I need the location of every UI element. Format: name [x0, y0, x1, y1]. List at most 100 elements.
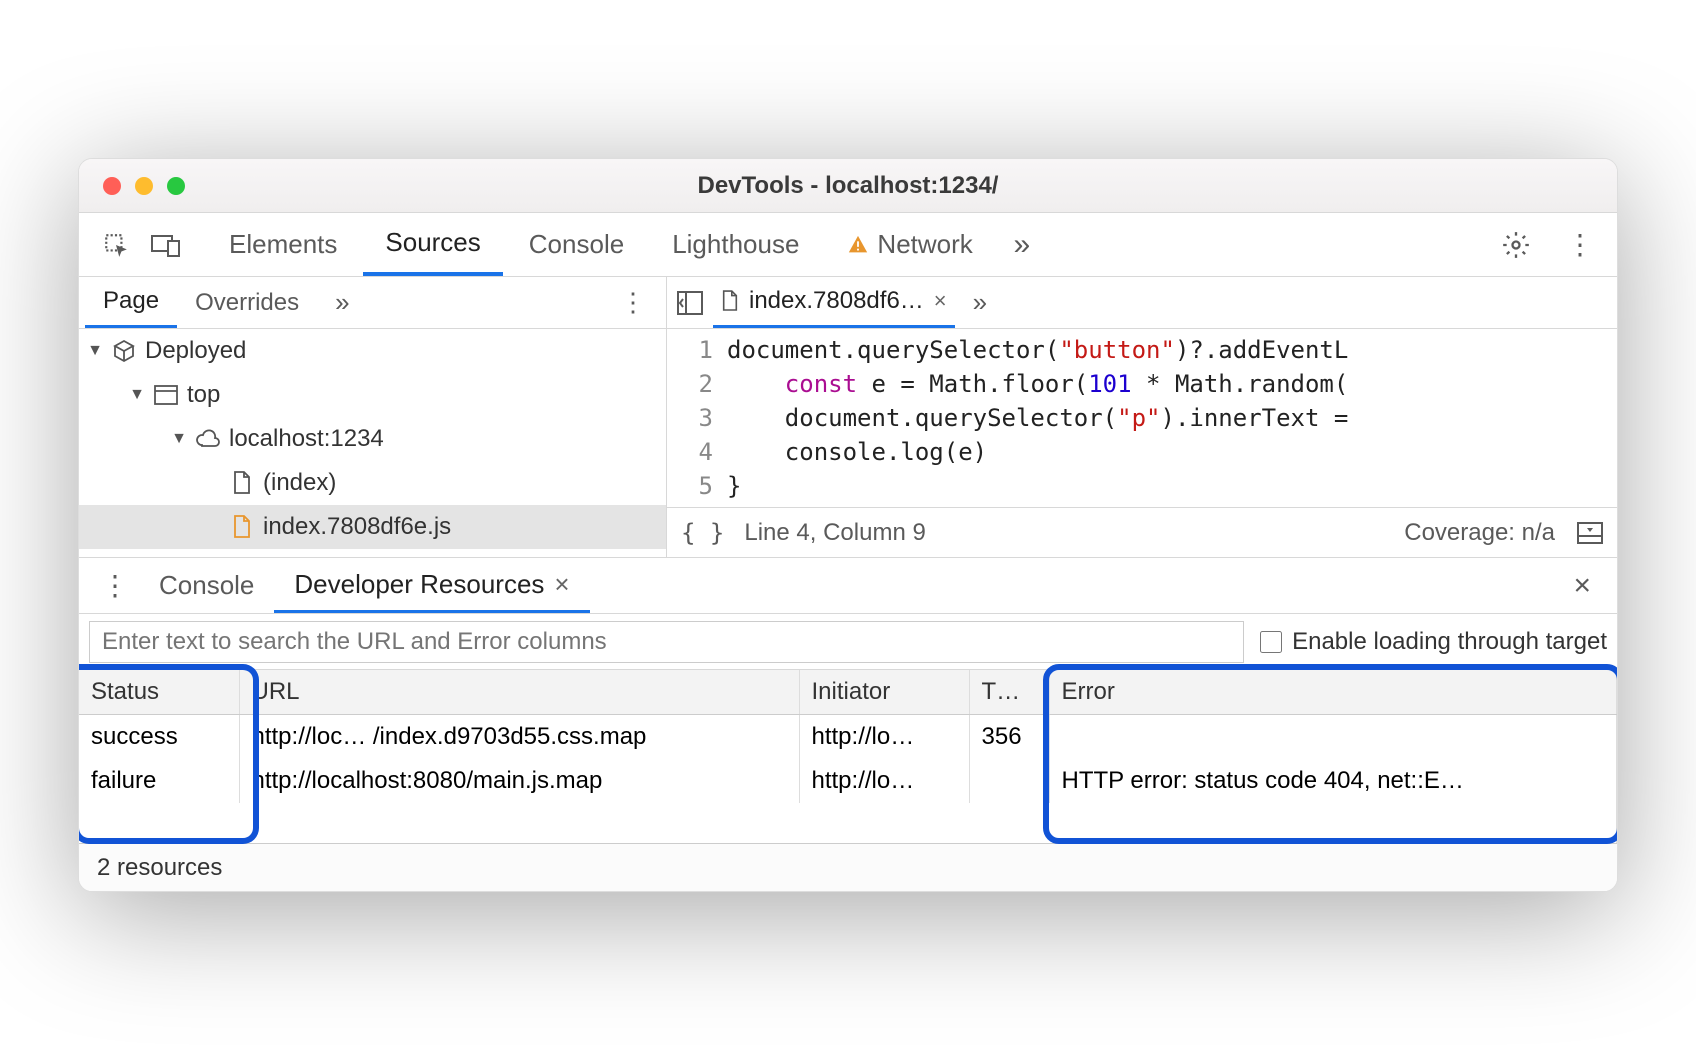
more-tabs-icon[interactable]: » [999, 222, 1045, 268]
cell-status: success [79, 715, 239, 760]
window-controls [103, 177, 185, 195]
minimize-window-button[interactable] [135, 177, 153, 195]
more-editor-tabs-icon[interactable]: » [965, 287, 995, 318]
editor-statusbar: { } Line 4, Column 9 Coverage: n/a [667, 507, 1617, 557]
tab-label: Overrides [195, 289, 299, 317]
tree-row-deployed[interactable]: ▼ Deployed [79, 329, 666, 373]
tab-console[interactable]: Console [507, 213, 646, 276]
drawer: ⋮ Console Developer Resources × × Enable… [79, 557, 1617, 891]
col-error[interactable]: Error [1049, 670, 1617, 715]
chevron-down-icon: ▼ [129, 386, 145, 404]
cell-t [969, 759, 1049, 803]
resources-table-wrap: Status URL Initiator T… Error success ht… [79, 670, 1617, 843]
search-input[interactable] [89, 621, 1244, 663]
sidebar-kebab-icon[interactable]: ⋮ [606, 287, 660, 318]
col-t[interactable]: T… [969, 670, 1049, 715]
tree-label: index.7808df6e.js [263, 513, 451, 541]
tree-row-host[interactable]: ▼ localhost:1234 [79, 417, 666, 461]
document-icon [229, 470, 255, 496]
enable-target-checkbox[interactable]: Enable loading through target [1260, 628, 1607, 656]
tab-label: Console [159, 570, 254, 601]
sidebar-tab-page[interactable]: Page [85, 277, 177, 328]
tab-lighthouse[interactable]: Lighthouse [650, 213, 821, 276]
chevron-down-icon: ▼ [87, 342, 103, 360]
cell-status: failure [79, 759, 239, 803]
tab-label: Developer Resources [294, 569, 544, 600]
devtools-window: DevTools - localhost:1234/ Elements Sour… [78, 158, 1618, 892]
resources-footer: 2 resources [79, 843, 1617, 891]
resource-count: 2 resources [97, 854, 222, 882]
kebab-menu-icon[interactable]: ⋮ [1557, 222, 1603, 268]
drawer-tab-developer-resources[interactable]: Developer Resources × [274, 558, 589, 613]
tree-label: (index) [263, 469, 336, 497]
cell-url: http://localhost:8080/main.js.map [239, 759, 799, 803]
titlebar: DevTools - localhost:1234/ [79, 159, 1617, 213]
tab-label: Elements [229, 229, 337, 260]
toggle-drawer-icon[interactable] [1577, 522, 1603, 544]
zoom-window-button[interactable] [167, 177, 185, 195]
warning-icon [847, 234, 869, 256]
cell-t: 356 [969, 715, 1049, 760]
tab-label: Network [877, 229, 972, 260]
sidebar-tab-overrides[interactable]: Overrides [177, 277, 317, 328]
sources-panel: Page Overrides » ⋮ ▼ Deployed ▼ [79, 277, 1617, 557]
drawer-kebab-icon[interactable]: ⋮ [91, 569, 139, 602]
table-header-row: Status URL Initiator T… Error [79, 670, 1617, 715]
tab-label: Console [529, 229, 624, 260]
table-row[interactable]: failure http://localhost:8080/main.js.ma… [79, 759, 1617, 803]
close-tab-icon[interactable]: × [554, 569, 569, 600]
tab-label: Page [103, 287, 159, 315]
cube-icon [111, 338, 137, 364]
toggle-navigator-icon[interactable] [677, 291, 703, 315]
settings-icon[interactable] [1493, 222, 1539, 268]
document-icon [721, 290, 739, 312]
window-title: DevTools - localhost:1234/ [698, 172, 999, 200]
code-body[interactable]: document.querySelector("button")?.addEve… [727, 333, 1617, 507]
tree-row-file[interactable]: index.7808df6e.js [79, 505, 666, 549]
table-row [79, 803, 1617, 843]
cell-initiator: http://lo… [799, 715, 969, 760]
editor-tab[interactable]: index.7808df6… × [713, 277, 955, 328]
frame-icon [153, 382, 179, 408]
tab-label: Sources [385, 227, 480, 258]
cursor-position: Line 4, Column 9 [744, 519, 925, 547]
tab-sources[interactable]: Sources [363, 213, 502, 276]
checkbox-label: Enable loading through target [1292, 628, 1607, 656]
file-tree: ▼ Deployed ▼ top ▼ [79, 329, 666, 557]
tab-network[interactable]: Network [825, 213, 994, 276]
cell-url: http://loc… /index.d9703d55.css.map [239, 715, 799, 760]
tree-label: Deployed [145, 337, 246, 365]
editor-pane: index.7808df6… × » 12345 document.queryS… [667, 277, 1617, 557]
checkbox[interactable] [1260, 631, 1282, 653]
editor-tabstrip: index.7808df6… × » [667, 277, 1617, 329]
tree-label: top [187, 381, 220, 409]
pretty-print-icon[interactable]: { } [681, 519, 724, 547]
code-editor[interactable]: 12345 document.querySelector("button")?.… [667, 329, 1617, 507]
device-toolbar-icon[interactable] [143, 222, 189, 268]
tree-label: localhost:1234 [229, 425, 384, 453]
close-tab-icon[interactable]: × [934, 288, 947, 314]
drawer-toolbar: Enable loading through target [79, 614, 1617, 670]
tab-elements[interactable]: Elements [207, 213, 359, 276]
col-url[interactable]: URL [239, 670, 799, 715]
drawer-tab-console[interactable]: Console [139, 558, 274, 613]
main-tabstrip: Elements Sources Console Lighthouse Netw… [79, 213, 1617, 277]
close-window-button[interactable] [103, 177, 121, 195]
coverage-status: Coverage: n/a [1404, 519, 1555, 547]
col-initiator[interactable]: Initiator [799, 670, 969, 715]
tree-row-file[interactable]: (index) [79, 461, 666, 505]
cell-initiator: http://lo… [799, 759, 969, 803]
cloud-icon [195, 426, 221, 452]
resources-table: Status URL Initiator T… Error success ht… [79, 670, 1617, 843]
inspect-element-icon[interactable] [93, 222, 139, 268]
col-status[interactable]: Status [79, 670, 239, 715]
tab-label: Lighthouse [672, 229, 799, 260]
chevron-down-icon: ▼ [171, 430, 187, 448]
editor-tab-label: index.7808df6… [749, 287, 924, 315]
table-row[interactable]: success http://loc… /index.d9703d55.css.… [79, 715, 1617, 760]
more-sidebar-tabs-icon[interactable]: » [317, 277, 367, 328]
tree-row-top[interactable]: ▼ top [79, 373, 666, 417]
navigator-sidebar: Page Overrides » ⋮ ▼ Deployed ▼ [79, 277, 667, 557]
close-drawer-icon[interactable]: × [1559, 569, 1605, 603]
drawer-tabstrip: ⋮ Console Developer Resources × × [79, 558, 1617, 614]
